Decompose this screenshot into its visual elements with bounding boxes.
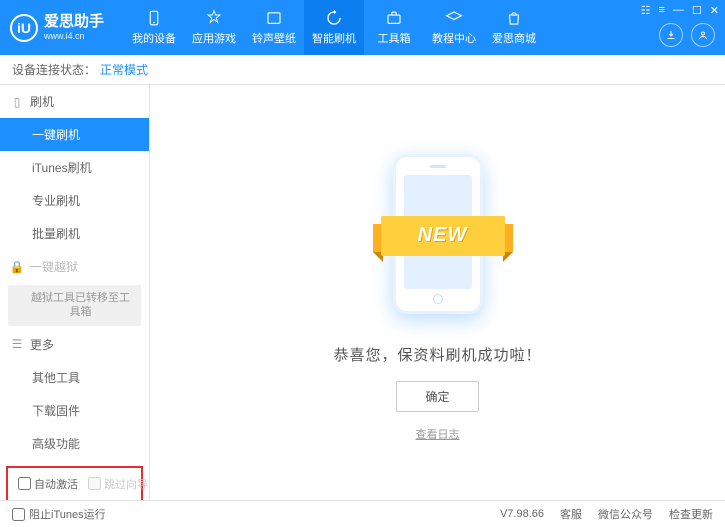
ok-button[interactable]: 确定: [396, 381, 478, 412]
minimize-icon[interactable]: —: [673, 4, 684, 17]
download-button[interactable]: [659, 23, 683, 47]
sidebar-section-more[interactable]: ☰ 更多: [0, 328, 149, 361]
status-bar: 设备连接状态： 正常模式: [0, 55, 725, 85]
nav-apps[interactable]: 应用游戏: [184, 0, 244, 55]
footer-wechat[interactable]: 微信公众号: [598, 506, 653, 522]
main-nav: 我的设备 应用游戏 铃声壁纸 智能刷机 工具箱 教程中心 爱思商城: [124, 0, 544, 55]
sidebar-section-jailbreak[interactable]: 🔒 一键越狱: [0, 250, 149, 283]
nav-store[interactable]: 爱思商城: [484, 0, 544, 55]
sidebar-section-flash[interactable]: ▯ 刷机: [0, 85, 149, 118]
sidebar-item-download[interactable]: 下载固件: [0, 394, 149, 427]
block-itunes-checkbox[interactable]: 阻止iTunes运行: [12, 506, 106, 522]
bag-icon: [505, 9, 523, 27]
sidebar-item-other[interactable]: 其他工具: [0, 361, 149, 394]
list-icon: ☰: [10, 337, 24, 351]
lock-icon: 🔒: [10, 260, 24, 274]
view-log-link[interactable]: 查看日志: [416, 426, 460, 442]
version-label: V7.98.66: [500, 508, 544, 520]
phone-icon: ▯: [10, 95, 24, 109]
nav-label: 铃声壁纸: [252, 30, 296, 46]
refresh-icon: [325, 9, 343, 27]
footer-update[interactable]: 检查更新: [669, 506, 713, 522]
skip-guide-checkbox[interactable]: 跳过向导: [88, 476, 148, 492]
app-header: iU 爱思助手 www.i4.cn 我的设备 应用游戏 铃声壁纸 智能刷机 工具…: [0, 0, 725, 55]
status-mode: 正常模式: [100, 61, 148, 78]
briefcase-icon: [385, 9, 403, 27]
status-label: 设备连接状态：: [12, 61, 96, 78]
nav-toolbox[interactable]: 工具箱: [364, 0, 424, 55]
nav-label: 爱思商城: [492, 30, 536, 46]
success-illustration: NEW: [368, 144, 508, 324]
section-label: 一键越狱: [30, 258, 78, 275]
user-button[interactable]: [691, 23, 715, 47]
section-label: 刷机: [30, 93, 54, 110]
success-message: 恭喜您，保资料刷机成功啦！: [333, 344, 541, 365]
graduation-icon: [445, 9, 463, 27]
nav-tutorial[interactable]: 教程中心: [424, 0, 484, 55]
footer-support[interactable]: 客服: [560, 506, 582, 522]
nav-label: 我的设备: [132, 30, 176, 46]
logo: iU 爱思助手 www.i4.cn: [10, 14, 104, 42]
options-box: 自动激活 跳过向导: [6, 466, 143, 500]
main-content: NEW 恭喜您，保资料刷机成功啦！ 确定 查看日志: [150, 85, 725, 500]
nav-flash[interactable]: 智能刷机: [304, 0, 364, 55]
footer: 阻止iTunes运行 V7.98.66 客服 微信公众号 检查更新: [0, 500, 725, 527]
sidebar: ▯ 刷机 一键刷机 iTunes刷机 专业刷机 批量刷机 🔒 一键越狱 越狱工具…: [0, 85, 150, 500]
section-label: 更多: [30, 336, 54, 353]
nav-label: 智能刷机: [312, 30, 356, 46]
settings-icon[interactable]: ≡: [658, 4, 664, 17]
nav-my-device[interactable]: 我的设备: [124, 0, 184, 55]
app-icon: [205, 9, 223, 27]
nav-label: 工具箱: [378, 30, 411, 46]
phone-icon: [145, 9, 163, 27]
image-icon: [265, 9, 283, 27]
auto-activate-checkbox[interactable]: 自动激活: [18, 476, 78, 492]
sidebar-item-itunes[interactable]: iTunes刷机: [0, 151, 149, 184]
sidebar-item-oneclick[interactable]: 一键刷机: [0, 118, 149, 151]
sidebar-item-batch[interactable]: 批量刷机: [0, 217, 149, 250]
logo-icon: iU: [10, 14, 38, 42]
menu-icon[interactable]: ☷: [641, 4, 651, 17]
close-icon[interactable]: ✕: [710, 4, 719, 17]
nav-label: 应用游戏: [192, 30, 236, 46]
maximize-icon[interactable]: ☐: [692, 4, 702, 17]
nav-ringtone[interactable]: 铃声壁纸: [244, 0, 304, 55]
app-title: 爱思助手: [44, 14, 104, 31]
jailbreak-note: 越狱工具已转移至工具箱: [8, 285, 141, 326]
sidebar-item-pro[interactable]: 专业刷机: [0, 184, 149, 217]
window-controls: ☷ ≡ — ☐ ✕: [641, 4, 719, 17]
sidebar-item-advanced[interactable]: 高级功能: [0, 427, 149, 460]
app-subtitle: www.i4.cn: [44, 31, 104, 41]
nav-label: 教程中心: [432, 30, 476, 46]
